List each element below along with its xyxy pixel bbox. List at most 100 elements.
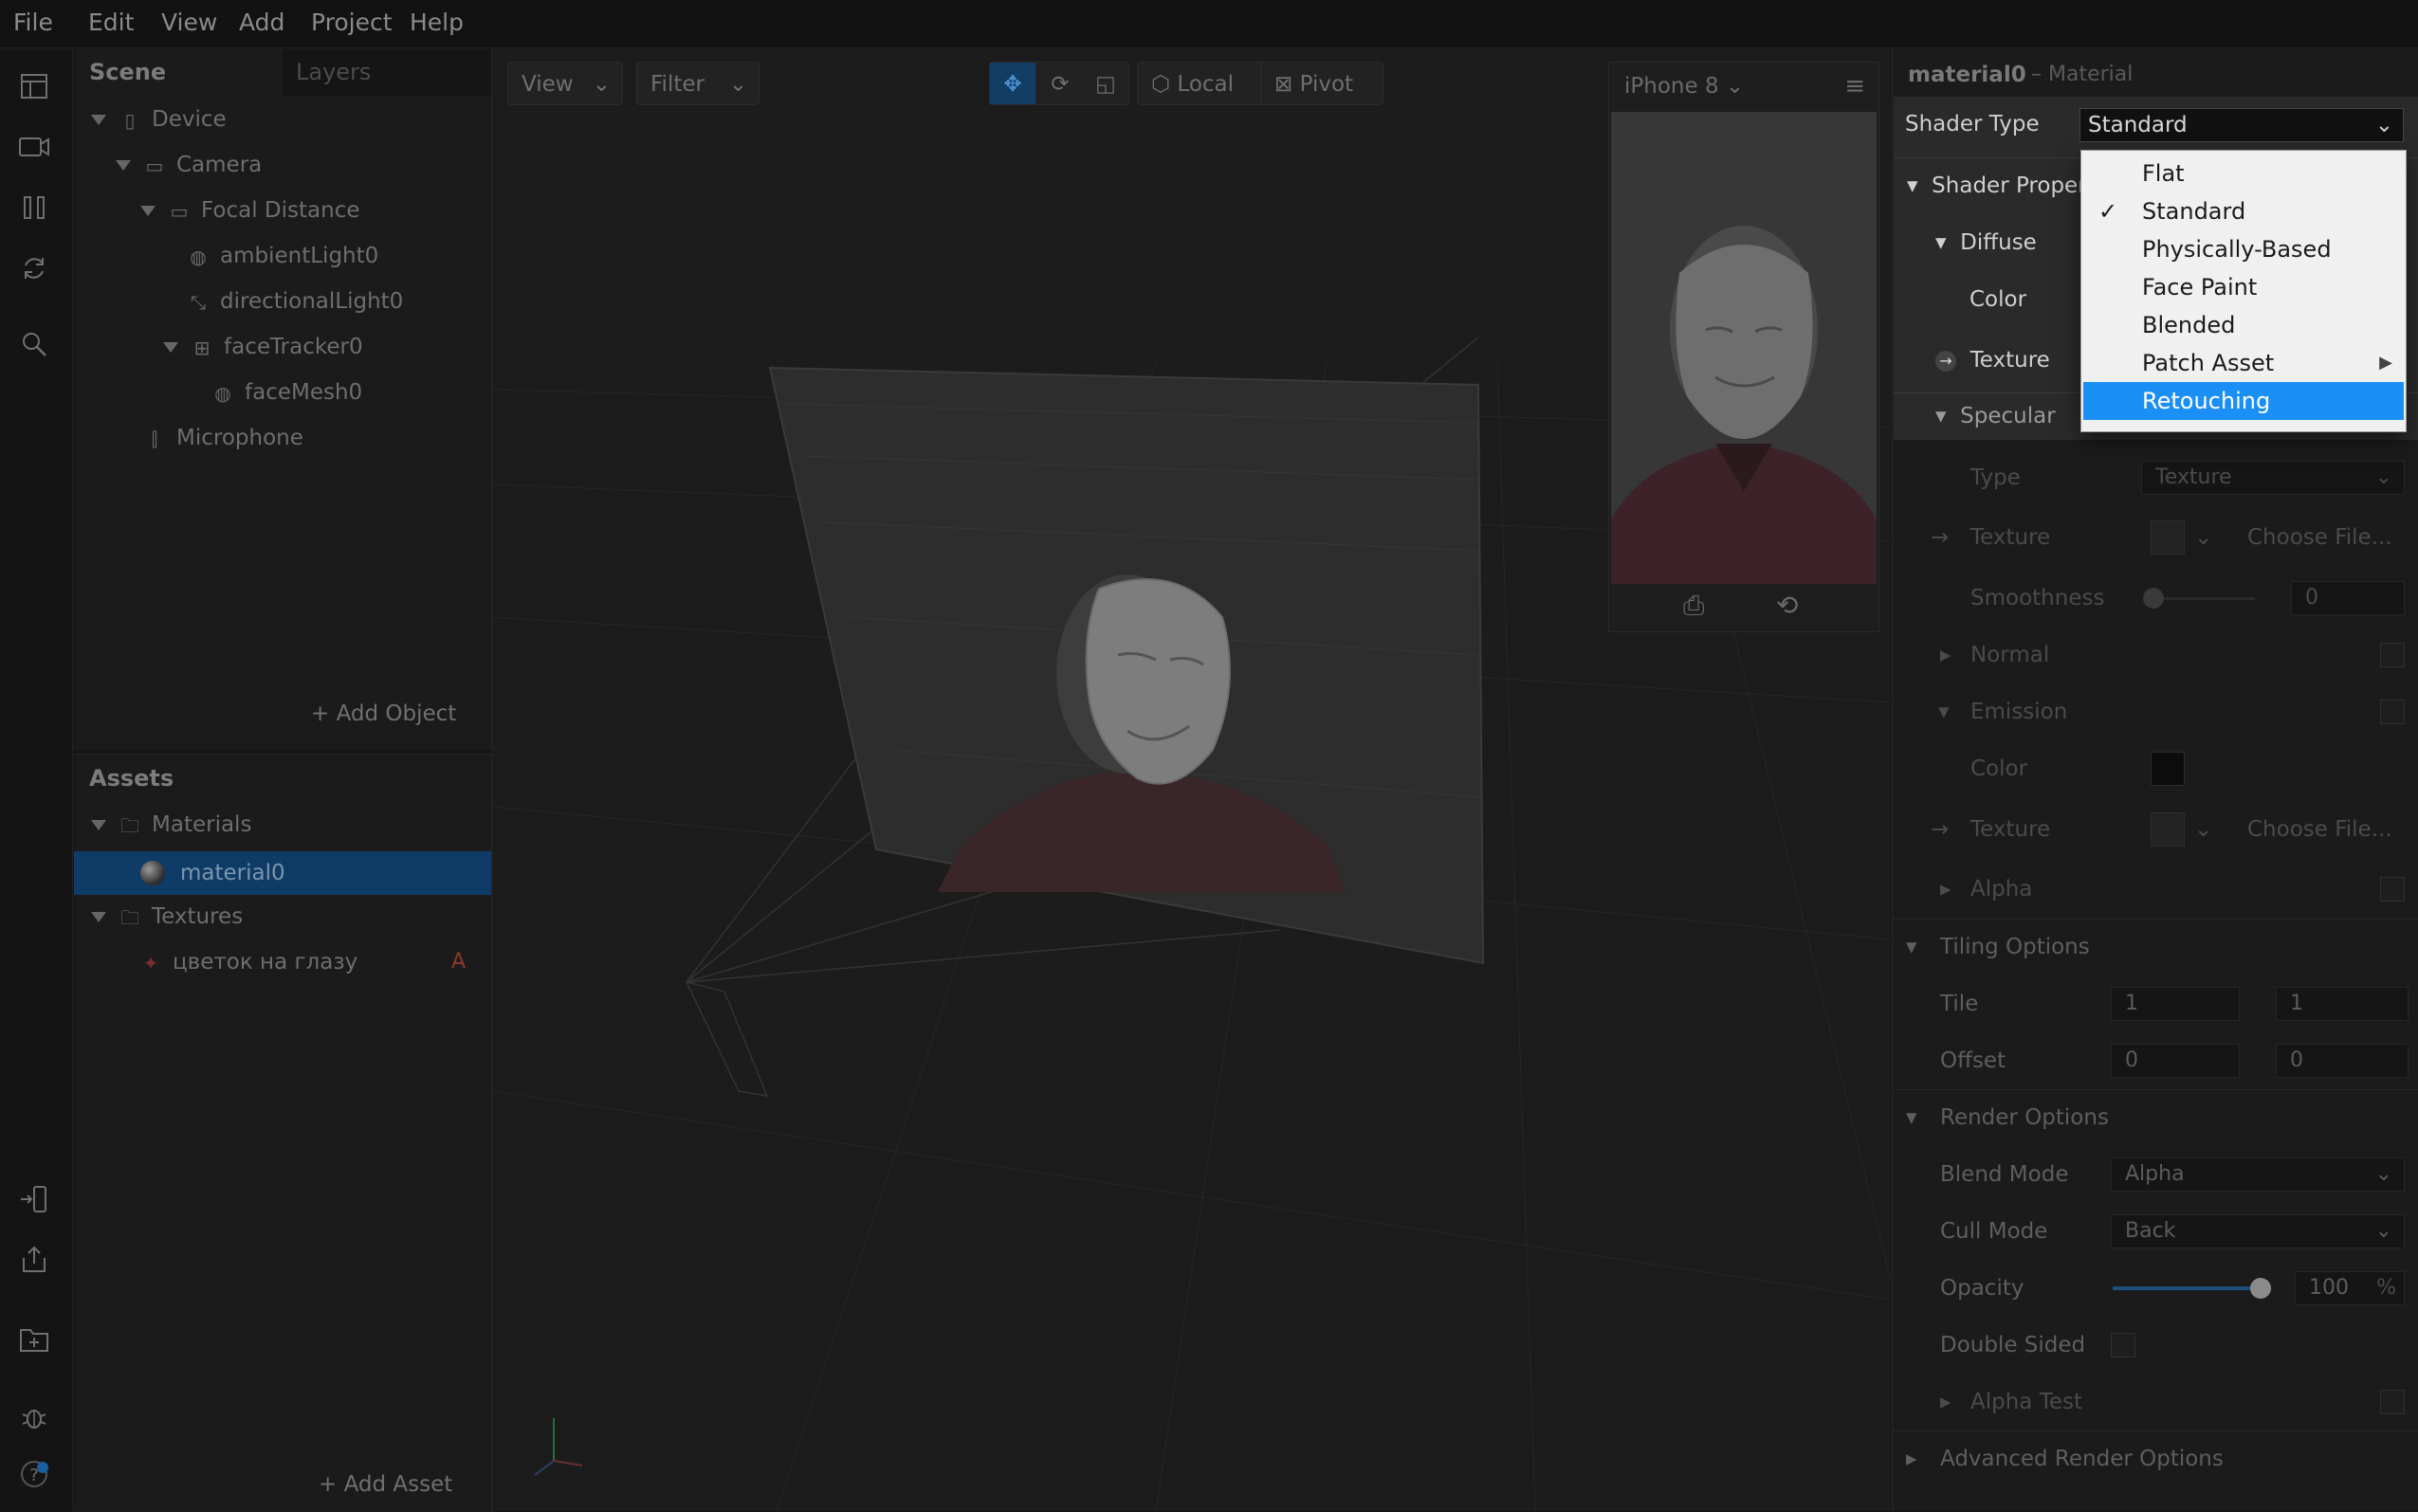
tab-scene[interactable]: Scene xyxy=(89,48,166,96)
tree-item-focal-distance[interactable]: ▭ Focal Distance xyxy=(140,190,360,231)
tree-item-microphone[interactable]: ⫿ Microphone xyxy=(144,417,303,459)
filter-dropdown[interactable]: Filter ⌄ xyxy=(636,62,760,105)
option-face-paint[interactable]: Face Paint xyxy=(2083,268,2404,306)
tree-item-material0[interactable]: material0 xyxy=(74,851,491,895)
blend-mode-select[interactable]: Alpha ⌄ xyxy=(2111,1157,2405,1192)
emission-checkbox[interactable] xyxy=(2380,700,2405,724)
opacity-slider-handle[interactable] xyxy=(2250,1278,2271,1299)
expand-triangle-icon[interactable] xyxy=(91,820,106,830)
chevron-down-icon[interactable]: ⌄ xyxy=(2194,802,2212,857)
alpha-test-checkbox[interactable] xyxy=(2380,1390,2405,1414)
pause-icon[interactable] xyxy=(15,189,53,227)
rotate-device-icon[interactable]: ⟲ xyxy=(1776,590,1798,621)
expand-triangle-icon[interactable]: ▾ xyxy=(1906,920,1917,975)
shader-type-select[interactable]: Standard ⌄ xyxy=(2079,108,2404,142)
section-advanced-render-options[interactable]: ▸ Advanced Render Options xyxy=(1893,1431,2418,1486)
tree-item-face-mesh[interactable]: ◍ faceMesh0 xyxy=(212,372,362,413)
add-object-button[interactable]: + Add Object xyxy=(311,695,456,733)
menu-view[interactable]: View xyxy=(161,0,217,47)
collapsed-triangle-icon[interactable]: ▸ xyxy=(1940,862,1951,917)
expand-triangle-icon[interactable]: ▾ xyxy=(1935,230,1947,255)
option-patch-asset[interactable]: Patch Asset ▶ xyxy=(2083,344,2404,382)
opacity-input[interactable]: 100% xyxy=(2295,1271,2405,1305)
option-standard[interactable]: ✓ Standard xyxy=(2083,192,2404,230)
pivot-toggle[interactable]: ⊠ Pivot xyxy=(1260,62,1383,105)
search-icon[interactable] xyxy=(15,325,53,363)
help-icon[interactable]: ? xyxy=(15,1455,53,1493)
tree-item-device[interactable]: ▯ Device xyxy=(91,99,227,140)
tree-item-face-tracker[interactable]: ⊞ faceTracker0 xyxy=(163,326,363,368)
local-toggle[interactable]: ⬡ Local xyxy=(1137,62,1270,105)
smoothness-slider-handle[interactable] xyxy=(2143,588,2164,609)
menu-help[interactable]: Help xyxy=(410,0,464,47)
cull-mode-select[interactable]: Back ⌄ xyxy=(2111,1214,2405,1248)
add-asset-button[interactable]: + Add Asset xyxy=(319,1466,452,1503)
expand-triangle-icon[interactable]: ▾ xyxy=(1938,684,1950,739)
tree-item-materials[interactable]: 🗀 Materials xyxy=(91,804,251,846)
menu-project[interactable]: Project xyxy=(311,0,393,47)
pivot-icon: ⊠ xyxy=(1274,72,1293,97)
expand-triangle-icon[interactable] xyxy=(91,115,106,125)
device-send-icon[interactable] xyxy=(15,1180,53,1218)
layout-icon[interactable] xyxy=(15,67,53,105)
view-dropdown[interactable]: View ⌄ xyxy=(507,62,623,105)
checkmark-icon: ✓ xyxy=(2098,198,2118,225)
scale-tool-icon[interactable]: ◱ xyxy=(1083,63,1128,104)
collapsed-triangle-icon[interactable]: ▸ xyxy=(1906,1431,1917,1486)
offset-y-input[interactable]: 0 xyxy=(2276,1044,2409,1078)
emission-color-swatch[interactable] xyxy=(2151,752,2185,786)
menu-icon[interactable]: ≡ xyxy=(1844,63,1865,110)
expand-triangle-icon[interactable] xyxy=(163,342,178,353)
refresh-icon[interactable] xyxy=(15,249,53,287)
section-specular[interactable]: ▾ Specular xyxy=(1935,392,2056,440)
tree-item-textures[interactable]: 🗀 Textures xyxy=(91,896,243,938)
collapsed-triangle-icon[interactable]: ▸ xyxy=(1940,1375,1951,1430)
alpha-checkbox[interactable] xyxy=(2380,877,2405,902)
chevron-down-icon[interactable]: ⌄ xyxy=(2194,510,2212,565)
expand-triangle-icon[interactable]: ▾ xyxy=(1906,1090,1917,1145)
double-sided-checkbox[interactable] xyxy=(2111,1333,2135,1357)
viewport[interactable]: View ⌄ Filter ⌄ ✥ ⟳ ◱ ⬡ Local ⊠ Pivot iPho… xyxy=(492,48,1891,1511)
export-icon[interactable] xyxy=(15,1241,53,1279)
tab-layers[interactable]: Layers xyxy=(296,48,371,96)
texture-swatch[interactable] xyxy=(2151,812,2185,847)
menu-edit[interactable]: Edit xyxy=(88,0,134,47)
expand-triangle-icon[interactable]: ▾ xyxy=(1935,404,1947,428)
expand-triangle-icon[interactable]: ▾ xyxy=(1907,173,1918,198)
collapsed-triangle-icon[interactable]: ▸ xyxy=(1940,628,1951,683)
device-select[interactable]: iPhone 8 ⌄ xyxy=(1624,63,1744,110)
rotate-tool-icon[interactable]: ⟳ xyxy=(1037,63,1083,104)
arrow-icon[interactable]: → xyxy=(1935,350,1956,372)
choose-file-button[interactable]: Choose File... xyxy=(2247,802,2392,857)
option-blended[interactable]: Blended xyxy=(2083,306,2404,344)
section-render-options[interactable]: ▾ Render Options xyxy=(1893,1090,2418,1145)
smoothness-input[interactable]: 0 xyxy=(2291,581,2405,615)
section-shader-properties[interactable]: ▾ Shader Proper xyxy=(1907,159,2087,212)
tree-item-texture-file[interactable]: ✦ цветок на глазу xyxy=(140,941,358,983)
section-diffuse[interactable]: ▾ Diffuse xyxy=(1935,216,2037,269)
expand-triangle-icon[interactable] xyxy=(91,912,106,922)
bug-icon[interactable] xyxy=(15,1398,53,1436)
tile-x-input[interactable]: 1 xyxy=(2111,987,2240,1021)
normal-checkbox[interactable] xyxy=(2380,643,2405,667)
tree-item-camera[interactable]: ▭ Camera xyxy=(116,144,262,186)
choose-file-button[interactable]: Choose File... xyxy=(2247,510,2392,565)
expand-triangle-icon[interactable] xyxy=(140,206,156,216)
expand-triangle-icon[interactable] xyxy=(116,160,131,171)
specular-type-select[interactable]: Texture ⌄ xyxy=(2141,461,2405,495)
offset-x-input[interactable]: 0 xyxy=(2111,1044,2240,1078)
video-camera-icon[interactable] xyxy=(15,128,53,166)
add-folder-icon[interactable] xyxy=(15,1321,53,1358)
screenshot-icon[interactable]: ⎙ xyxy=(1683,590,1704,622)
menu-add[interactable]: Add xyxy=(239,0,284,47)
option-physically-based[interactable]: Physically-Based xyxy=(2083,230,2404,268)
tile-y-input[interactable]: 1 xyxy=(2276,987,2409,1021)
option-retouching[interactable]: Retouching xyxy=(2083,382,2404,420)
texture-swatch[interactable] xyxy=(2151,520,2185,555)
menu-file[interactable]: File xyxy=(13,0,53,47)
tree-item-directional-light[interactable]: ⤡ directionalLight0 xyxy=(188,281,403,322)
section-tiling-options[interactable]: ▾ Tiling Options xyxy=(1893,920,2418,975)
tree-item-ambient-light[interactable]: ◍ ambientLight0 xyxy=(188,235,378,277)
option-flat[interactable]: Flat xyxy=(2083,155,2404,192)
move-tool-icon[interactable]: ✥ xyxy=(990,63,1035,104)
